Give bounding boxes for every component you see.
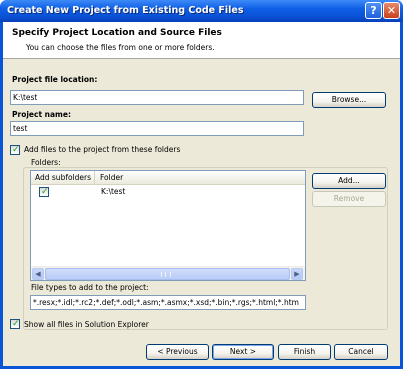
checkmark-icon: ✓ (41, 187, 49, 197)
project-location-input[interactable]: K:\test (10, 90, 304, 105)
column-folder[interactable]: Folder (96, 171, 299, 185)
cancel-button[interactable]: Cancel (334, 344, 388, 360)
next-button[interactable]: Next > (212, 344, 274, 360)
table-row[interactable]: ✓ K:\test (31, 186, 299, 198)
file-types-label: File types to add to the project: (31, 283, 149, 292)
checkmark-icon: ✓ (12, 145, 20, 155)
grip-icon (161, 272, 171, 277)
browse-button[interactable]: Browse... (312, 92, 386, 108)
project-name-label: Project name: (12, 110, 71, 119)
page-subtitle: You can choose the files from one or mor… (26, 43, 215, 52)
folder-path: K:\test (101, 187, 126, 196)
page-title: Specify Project Location and Source File… (12, 28, 222, 38)
horizontal-scrollbar[interactable]: ◀ ▶ (31, 266, 305, 280)
add-folder-button[interactable]: Add... (312, 173, 386, 189)
show-all-label: Show all files in Solution Explorer (24, 320, 149, 329)
folders-label: Folders: (31, 158, 61, 167)
remove-folder-button[interactable]: Remove (312, 191, 386, 207)
previous-button[interactable]: < Previous (146, 344, 209, 360)
window-title: Create New Project from Existing Code Fi… (7, 5, 244, 16)
show-all-checkbox[interactable]: ✓ (10, 319, 20, 329)
dialog-window: Create New Project from Existing Code Fi… (0, 0, 403, 369)
checkmark-icon: ✓ (12, 319, 20, 329)
title-bar[interactable]: Create New Project from Existing Code Fi… (0, 0, 403, 22)
help-button[interactable]: ? (365, 2, 382, 19)
column-add-subfolders[interactable]: Add subfolders (31, 171, 95, 185)
scroll-right-icon[interactable]: ▶ (291, 268, 303, 280)
list-header: Add subfolders Folder (31, 171, 305, 185)
folders-list[interactable]: Add subfolders Folder ✓ K:\test ◀ ▶ (30, 170, 306, 281)
finish-button[interactable]: Finish (278, 344, 331, 360)
add-files-checkbox[interactable]: ✓ (10, 145, 20, 155)
close-button[interactable]: ✕ (383, 2, 400, 19)
file-types-input[interactable]: *.resx;*.idl;*.rc2;*.def;*.odl;*.asm;*.a… (30, 295, 306, 310)
add-files-label: Add files to the project from these fold… (24, 145, 181, 154)
wizard-header: Specify Project Location and Source File… (3, 22, 400, 59)
scrollbar-thumb[interactable] (45, 268, 290, 280)
dialog-body: Specify Project Location and Source File… (3, 22, 400, 366)
add-subfolders-checkbox[interactable]: ✓ (39, 187, 49, 197)
project-location-label: Project file location: (12, 75, 98, 84)
scroll-left-icon[interactable]: ◀ (32, 268, 44, 280)
project-name-input[interactable]: test (10, 121, 304, 136)
